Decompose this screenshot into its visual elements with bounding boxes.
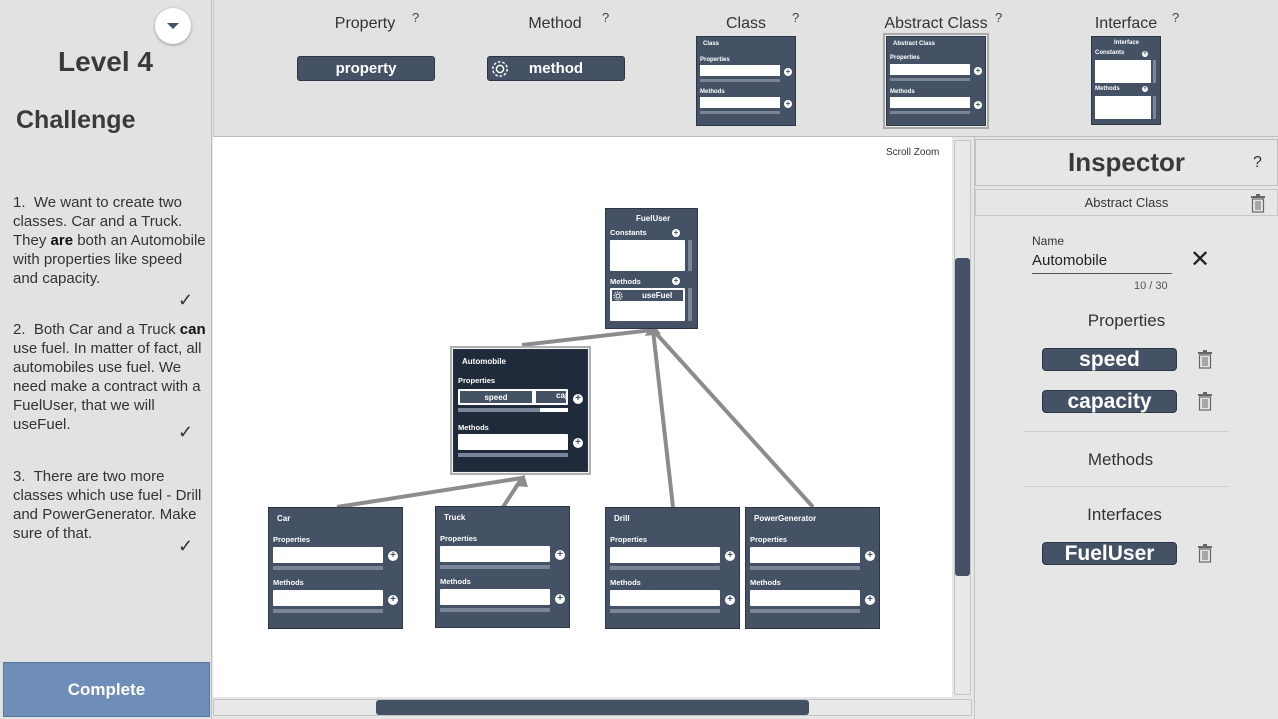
add-method-icon[interactable]: + (865, 595, 875, 605)
arrow-automobile-fueluser (521, 328, 653, 347)
add-method-icon[interactable]: + (388, 595, 398, 605)
inspector-interface-fueluser[interactable]: FuelUser (1042, 542, 1177, 565)
horizontal-scroll-thumb[interactable] (376, 700, 809, 715)
automobile-abstract-class-card[interactable]: Automobile Properties speed capacity + M… (453, 349, 588, 472)
name-char-count: 10 / 30 (1134, 280, 1168, 292)
delete-property-trash-icon[interactable] (1197, 391, 1213, 411)
add-method-icon[interactable]: + (555, 594, 565, 604)
delete-class-trash-icon[interactable] (1250, 193, 1266, 213)
inspector-help-icon[interactable]: ? (1253, 154, 1262, 172)
inspector-property-speed[interactable]: speed (1042, 348, 1177, 371)
clear-name-close-icon[interactable]: ✕ (1190, 248, 1210, 272)
inspector-panel (974, 137, 1278, 719)
truck-class-card[interactable]: Truck Properties + Methods + (435, 506, 570, 628)
class-name-input[interactable]: Automobile (1032, 252, 1172, 274)
add-method-icon[interactable]: + (573, 438, 583, 448)
vertical-scroll-thumb[interactable] (955, 258, 970, 576)
property-pill-capacity[interactable]: capacity (535, 390, 567, 404)
add-property-icon[interactable]: + (573, 394, 583, 404)
gear-icon (613, 291, 623, 301)
add-property-icon[interactable]: + (865, 551, 875, 561)
methods-section-label: Methods (1087, 450, 1154, 469)
inspector-title: Inspector (1067, 147, 1186, 177)
fueluser-interface-card[interactable]: FuelUser Constants + Methods + useFuel (605, 208, 698, 329)
section-divider (1024, 431, 1229, 432)
inspector-property-capacity[interactable]: capacity (1042, 390, 1177, 413)
delete-property-trash-icon[interactable] (1197, 349, 1213, 369)
drill-class-card[interactable]: Drill Properties + Methods + (605, 507, 740, 629)
name-label: Name (1032, 234, 1065, 248)
arrow-powergenerator-fueluser (651, 328, 815, 509)
section-divider (1024, 486, 1229, 487)
add-method-icon[interactable]: + (672, 277, 680, 285)
property-pill-speed[interactable]: speed (459, 390, 533, 404)
add-constant-icon[interactable]: + (672, 229, 680, 237)
properties-section-label: Properties (1087, 311, 1166, 330)
powergenerator-class-card[interactable]: PowerGenerator Properties + Methods + (745, 507, 880, 629)
method-pill-usefuel[interactable]: useFuel (611, 289, 684, 302)
arrow-drill-fueluser (651, 329, 675, 508)
arrow-car-automobile (336, 476, 523, 509)
add-property-icon[interactable]: + (388, 551, 398, 561)
add-property-icon[interactable]: + (725, 551, 735, 561)
add-method-icon[interactable]: + (725, 595, 735, 605)
interfaces-section-label: Interfaces (1087, 505, 1162, 524)
inspector-subtitle: Abstract Class (1084, 195, 1169, 210)
car-class-card[interactable]: Car Properties + Methods + (268, 507, 403, 629)
constants-list (610, 240, 685, 271)
delete-interface-trash-icon[interactable] (1197, 543, 1213, 563)
add-property-icon[interactable]: + (555, 550, 565, 560)
